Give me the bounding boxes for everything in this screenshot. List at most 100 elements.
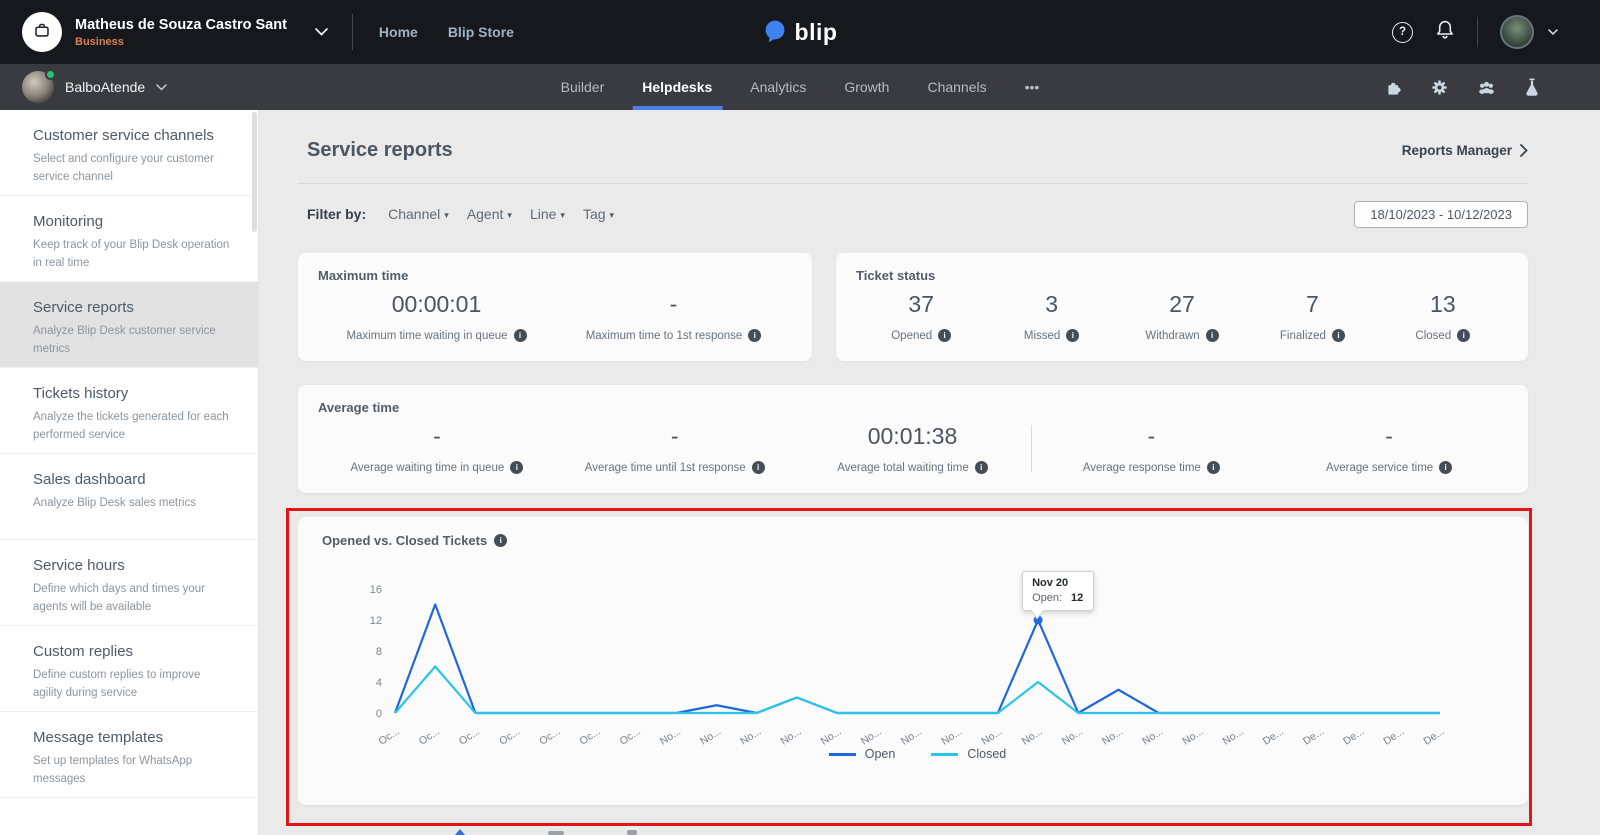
- x-axis-label: De...: [1421, 725, 1446, 747]
- topbar-link-home[interactable]: Home: [379, 24, 418, 40]
- date-range-picker[interactable]: 18/10/2023 - 10/12/2023: [1354, 201, 1528, 228]
- info-icon[interactable]: i: [1332, 329, 1345, 342]
- info-icon[interactable]: i: [752, 461, 765, 474]
- legend-item-open[interactable]: Open: [829, 747, 896, 761]
- tab-channels[interactable]: Channels: [908, 64, 1005, 110]
- stat-label-text: Maximum time waiting in queue: [346, 330, 507, 342]
- briefcase-icon: [31, 19, 53, 46]
- stat-average-total-waiting-time: 00:01:38 Average total waiting time i: [794, 423, 1032, 474]
- x-axis-label: Oc...: [497, 725, 522, 747]
- sidebar-item-service-hours[interactable]: Service hoursDefine which days and times…: [0, 540, 258, 626]
- stat-label-text: Finalized: [1280, 330, 1326, 342]
- sidebar-item-message-templates[interactable]: Message templatesSet up templates for Wh…: [0, 712, 258, 798]
- x-axis-label: No...: [859, 725, 884, 747]
- stat-average-service-time: -Average service timei: [1270, 423, 1508, 474]
- stat-label: Maximum time waiting in queue i: [346, 329, 526, 342]
- info-icon[interactable]: i: [1457, 329, 1470, 342]
- help-icon[interactable]: ?: [1392, 22, 1413, 43]
- stat-value: 00:01:38: [868, 423, 958, 450]
- user-menu-chevron-down-icon[interactable]: [1548, 23, 1558, 41]
- topbar-right-divider: [1477, 17, 1478, 47]
- filter-dropdown-agent[interactable]: Agent▾: [467, 206, 512, 222]
- stat-label-text: Closed: [1415, 330, 1451, 342]
- audience-users-icon[interactable]: [1476, 78, 1497, 97]
- tab-analytics[interactable]: Analytics: [731, 64, 825, 110]
- tooltip-date: Nov 20: [1032, 577, 1083, 589]
- tab-growth[interactable]: Growth: [825, 64, 908, 110]
- chevron-down-icon: ▾: [610, 210, 615, 220]
- account-chevron-down-icon[interactable]: [315, 23, 328, 41]
- x-axis-label: No...: [1020, 725, 1045, 747]
- sidebar-item-description: Set up templates for WhatsApp messages: [33, 752, 232, 789]
- info-icon[interactable]: i: [514, 329, 527, 342]
- filter-dropdown-channel[interactable]: Channel▾: [388, 206, 449, 222]
- x-axis-label: Oc...: [457, 725, 482, 747]
- sidebar-scrollbar[interactable]: [252, 112, 257, 232]
- x-axis-label: No...: [738, 725, 763, 747]
- main-content: Service reports Reports Manager Filter b…: [260, 110, 1600, 835]
- ticket-status-card: Ticket status 37Openedi3Missedi27Withdra…: [836, 253, 1528, 361]
- maximum-time-card: Maximum time 00:00:01Maximum time waitin…: [298, 253, 812, 361]
- tab-more[interactable]: •••: [1006, 64, 1059, 110]
- nav-tabs: BuilderHelpdesksAnalyticsGrowthChannels•…: [542, 64, 1059, 110]
- info-icon[interactable]: i: [1207, 461, 1220, 474]
- tab-helpdesks[interactable]: Helpdesks: [623, 64, 731, 110]
- stat-value: 3: [1045, 291, 1058, 318]
- x-axis-label: Oc...: [618, 725, 643, 747]
- stat-label: Missedi: [1024, 329, 1079, 342]
- info-icon[interactable]: i: [748, 329, 761, 342]
- x-axis-label: No...: [778, 725, 803, 747]
- sidebar-item-tickets-history[interactable]: Tickets history Analyze the tickets gener…: [0, 368, 258, 454]
- sidebar-item-description: Analyze the tickets generated for each p…: [33, 408, 232, 445]
- stat-label-text: Opened: [891, 330, 932, 342]
- chart-tooltip: Nov 20 Open: 12: [1022, 571, 1094, 611]
- reports-manager-link[interactable]: Reports Manager: [1402, 143, 1528, 158]
- stat-value: -: [433, 423, 441, 450]
- filter-dropdowns: Channel▾Agent▾Line▾Tag▾: [370, 206, 614, 222]
- sidebar-item-customer-service-channels[interactable]: Customer service channelsSelect and conf…: [0, 110, 258, 196]
- info-icon[interactable]: i: [1439, 461, 1452, 474]
- account-switcher[interactable]: Matheus de Souza Castro Sant Business: [22, 12, 287, 52]
- filter-dropdown-line[interactable]: Line▾: [530, 206, 565, 222]
- puzzle-extensions-icon[interactable]: [1384, 78, 1403, 97]
- info-icon[interactable]: i: [510, 461, 523, 474]
- bot-chevron-down-icon: [156, 84, 167, 91]
- sidebar-item-custom-replies[interactable]: Custom repliesDefine custom replies to i…: [0, 626, 258, 712]
- maximum-time-stats: 00:00:01Maximum time waiting in queuei-M…: [318, 291, 792, 342]
- stat-label: Maximum time to 1st responsei: [586, 329, 762, 342]
- account-type-badge: Business: [75, 36, 287, 48]
- filter-dropdown-tag[interactable]: Tag▾: [583, 206, 614, 222]
- info-icon[interactable]: i: [975, 461, 988, 474]
- tab-builder[interactable]: Builder: [542, 64, 624, 110]
- x-axis-label: No...: [979, 725, 1004, 747]
- stat-label-text: Average time until 1st response: [585, 462, 746, 474]
- peek-shape: [455, 829, 465, 835]
- sidebar-item-sales-dashboard[interactable]: Sales dashboardAnalyze Blip Desk sales m…: [0, 454, 258, 540]
- sidebar-item-title: Tickets history: [33, 385, 232, 402]
- stat-label-text: Average total waiting time: [837, 462, 968, 474]
- stat-average-time-until-1st-response: - Average time until 1st response i: [556, 423, 794, 474]
- peek-shape: [548, 831, 564, 835]
- sidebar-item-service-reports[interactable]: Service reportsAnalyze Blip Desk custome…: [0, 282, 258, 368]
- stat-label: Closedi: [1415, 329, 1470, 342]
- info-icon[interactable]: i: [938, 329, 951, 342]
- legend-item-closed[interactable]: Closed: [931, 747, 1006, 761]
- topbar-link-blip-store[interactable]: Blip Store: [448, 24, 514, 40]
- bot-switcher[interactable]: BalboAtende: [22, 71, 167, 103]
- x-axis-label: No...: [1060, 725, 1085, 747]
- x-axis-label: Oc...: [377, 725, 402, 747]
- info-icon[interactable]: i: [1206, 329, 1219, 342]
- sidebar-item-monitoring[interactable]: MonitoringKeep track of your Blip Desk o…: [0, 196, 258, 282]
- experiment-flask-icon[interactable]: [1524, 77, 1540, 97]
- info-icon[interactable]: i: [1066, 329, 1079, 342]
- tooltip-value: 12: [1071, 592, 1083, 604]
- notifications-bell-icon[interactable]: [1435, 19, 1455, 46]
- next-section-peek: [0, 827, 1600, 835]
- sidebar-item-title: Custom replies: [33, 643, 232, 660]
- filter-dropdown-label: Channel: [388, 206, 440, 222]
- stat-value: -: [671, 423, 679, 450]
- settings-gear-icon[interactable]: [1430, 78, 1449, 97]
- user-avatar[interactable]: [1500, 15, 1534, 49]
- filter-by-label: Filter by:: [307, 206, 366, 222]
- organization-avatar: [22, 12, 62, 52]
